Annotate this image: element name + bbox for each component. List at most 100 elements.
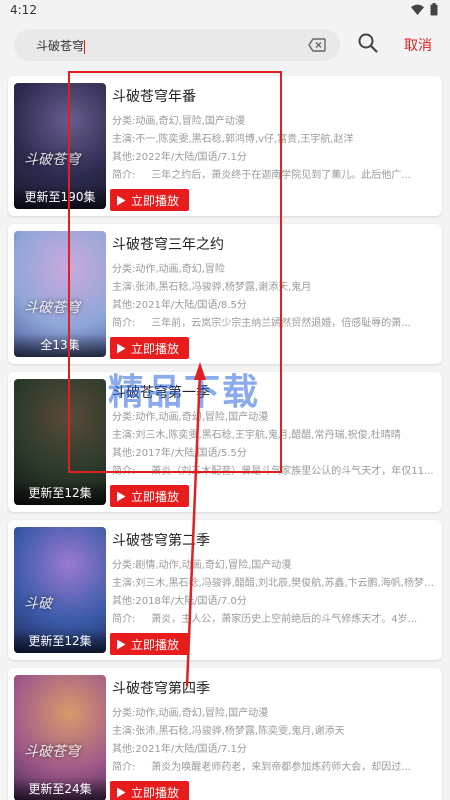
intro-label: 简介: bbox=[112, 170, 136, 181]
cancel-button[interactable]: 取消 bbox=[404, 35, 432, 55]
poster-image[interactable]: 斗破 更新至12集 bbox=[14, 527, 106, 653]
other-value: 2022年/大陆/国语/7.1分 bbox=[135, 152, 247, 163]
cast-line: 主演:刘三木,黑石稔,冯骏骅,醋醋,刘北辰,樊俊航,苏鑫,卞云鹏,海帆,杨梦露.… bbox=[112, 574, 438, 589]
cast-label: 主演: bbox=[112, 282, 136, 293]
cast-value: 张沛,黑石稔,冯骏骅,杨梦露,陈奕雯,鬼月,谢添天 bbox=[135, 726, 345, 737]
card-title[interactable]: 斗破苍穹第四季 bbox=[112, 678, 210, 698]
result-card[interactable]: 斗破苍穹 更新至190集 斗破苍穹年番 分类:动画,奇幻,冒险,国产动漫 主演:… bbox=[8, 76, 442, 216]
category-line: 分类:动作,动画,奇幻,冒险,国产动漫 bbox=[112, 704, 438, 719]
poster-title-art: 斗破苍穹 bbox=[24, 744, 80, 760]
result-card[interactable]: 斗破苍穹 全13集 斗破苍穹三年之约 分类:动作,动画,奇幻,冒险 主演:张沛,… bbox=[8, 224, 442, 364]
play-now-label: 立即播放 bbox=[131, 785, 180, 800]
episode-badge: 更新至12集 bbox=[14, 481, 106, 505]
card-title[interactable]: 斗破苍穹年番 bbox=[112, 86, 196, 106]
poster-title-art: 斗破 bbox=[24, 596, 52, 612]
intro-value: 萧炎为唤醒老师药老，来到帝都参加炼药师大会，却因过... bbox=[151, 762, 411, 773]
play-now-button[interactable]: 立即播放 bbox=[110, 781, 190, 800]
intro-line: 简介: 三年之约后，萧炎终于在迦南学院见到了薰儿。此后他广... bbox=[112, 166, 438, 181]
other-value: 2021年/大陆/国语/8.5分 bbox=[135, 300, 247, 311]
card-title[interactable]: 斗破苍穹第二季 bbox=[112, 530, 210, 550]
intro-line: 简介: 萧炎为唤醒老师药老，来到帝都参加炼药师大会，却因过... bbox=[112, 758, 438, 773]
poster-image[interactable]: 斗破苍穹 更新至190集 bbox=[14, 83, 106, 209]
intro-value: 萧炎，主人公，萧家历史上空前绝后的斗气修炼天才。4岁... bbox=[151, 614, 418, 625]
status-time: 4:12 bbox=[10, 3, 37, 17]
category-value: 剧情,动作,动画,奇幻,冒险,国产动漫 bbox=[135, 560, 292, 571]
search-input-value: 斗破苍穹 bbox=[36, 39, 85, 53]
cast-label: 主演: bbox=[112, 578, 136, 589]
play-now-button[interactable]: 立即播放 bbox=[110, 485, 190, 507]
other-label: 其他: bbox=[112, 596, 136, 607]
other-line: 其他:2022年/大陆/国语/7.1分 bbox=[112, 148, 438, 163]
category-line: 分类:动作,动画,奇幻,冒险,国产动漫 bbox=[112, 408, 438, 423]
category-label: 分类: bbox=[112, 264, 136, 275]
poster-image[interactable]: 斗破苍穹 更新至24集 bbox=[14, 675, 106, 800]
intro-label: 简介: bbox=[112, 466, 136, 477]
other-label: 其他: bbox=[112, 744, 136, 755]
intro-value: 三年之约后，萧炎终于在迦南学院见到了薰儿。此后他广... bbox=[151, 170, 411, 181]
play-now-button[interactable]: 立即播放 bbox=[110, 337, 190, 359]
play-now-label: 立即播放 bbox=[131, 193, 180, 208]
play-now-label: 立即播放 bbox=[131, 341, 180, 356]
search-bar: 斗破苍穹 取消 bbox=[0, 22, 450, 70]
category-value: 动作,动画,奇幻,冒险 bbox=[135, 264, 225, 275]
play-icon bbox=[117, 787, 126, 797]
poster-image[interactable]: 斗破苍穹 全13集 bbox=[14, 231, 106, 357]
other-line: 其他:2018年/大陆/国语/7.0分 bbox=[112, 592, 438, 607]
intro-line: 简介: 萧炎（刘三木配音）曾是斗气家族里公认的斗气天才，年仅11... bbox=[112, 462, 438, 477]
clear-text-icon[interactable] bbox=[308, 38, 326, 52]
category-label: 分类: bbox=[112, 116, 136, 127]
intro-value: 三年前，云岚宗少宗主纳兰嫣然贸然退婚，倍感耻辱的萧... bbox=[151, 318, 411, 329]
category-line: 分类:剧情,动作,动画,奇幻,冒险,国产动漫 bbox=[112, 556, 438, 571]
other-label: 其他: bbox=[112, 152, 136, 163]
poster-title-art: 斗破苍穹 bbox=[24, 300, 80, 316]
category-label: 分类: bbox=[112, 412, 136, 423]
play-now-button[interactable]: 立即播放 bbox=[110, 633, 190, 655]
other-value: 2018年/大陆/国语/7.0分 bbox=[135, 596, 247, 607]
result-card[interactable]: 斗破 更新至12集 斗破苍穹第二季 分类:剧情,动作,动画,奇幻,冒险,国产动漫… bbox=[8, 520, 442, 660]
search-input[interactable]: 斗破苍穹 bbox=[36, 37, 86, 54]
category-value: 动画,奇幻,冒险,国产动漫 bbox=[135, 116, 245, 127]
search-icon[interactable] bbox=[358, 33, 378, 53]
play-now-button[interactable]: 立即播放 bbox=[110, 189, 190, 211]
search-box[interactable]: 斗破苍穹 bbox=[14, 29, 340, 61]
other-value: 2021年/大陆/国语/7.1分 bbox=[135, 744, 247, 755]
other-value: 2017年/大陆/国语/5.5分 bbox=[135, 448, 247, 459]
other-label: 其他: bbox=[112, 300, 136, 311]
other-label: 其他: bbox=[112, 448, 136, 459]
text-caret bbox=[84, 39, 86, 54]
cast-value: 刘三木,陈奕雯,黑石稔,王宇航,鬼月,醋醋,常丹瑞,祝俊,杜晴晴 bbox=[135, 430, 401, 441]
intro-line: 简介: 萧炎，主人公，萧家历史上空前绝后的斗气修炼天才。4岁... bbox=[112, 610, 438, 625]
poster-title-art: 斗破苍穹 bbox=[24, 152, 80, 168]
other-line: 其他:2021年/大陆/国语/8.5分 bbox=[112, 296, 438, 311]
play-icon bbox=[117, 639, 126, 649]
play-icon bbox=[117, 491, 126, 501]
search-results-list: 斗破苍穹 更新至190集 斗破苍穹年番 分类:动画,奇幻,冒险,国产动漫 主演:… bbox=[0, 70, 450, 800]
play-now-label: 立即播放 bbox=[131, 489, 180, 504]
category-label: 分类: bbox=[112, 708, 136, 719]
intro-label: 简介: bbox=[112, 318, 136, 329]
play-icon bbox=[117, 343, 126, 353]
result-card[interactable]: 斗破苍穹 更新至24集 斗破苍穹第四季 分类:动作,动画,奇幻,冒险,国产动漫 … bbox=[8, 668, 442, 800]
intro-label: 简介: bbox=[112, 762, 136, 773]
episode-badge: 全13集 bbox=[14, 333, 106, 357]
card-title[interactable]: 斗破苍穹第一季 bbox=[112, 382, 210, 402]
category-label: 分类: bbox=[112, 560, 136, 571]
wifi-icon bbox=[411, 4, 424, 15]
battery-icon bbox=[430, 3, 438, 16]
cast-label: 主演: bbox=[112, 430, 136, 441]
cast-label: 主演: bbox=[112, 134, 136, 145]
result-card[interactable]: 更新至12集 斗破苍穹第一季 分类:动作,动画,奇幻,冒险,国产动漫 主演:刘三… bbox=[8, 372, 442, 512]
category-line: 分类:动画,奇幻,冒险,国产动漫 bbox=[112, 112, 438, 127]
card-title[interactable]: 斗破苍穹三年之约 bbox=[112, 234, 224, 254]
category-value: 动作,动画,奇幻,冒险,国产动漫 bbox=[135, 412, 269, 423]
cast-value: 张沛,黑石稔,冯骏骅,杨梦露,谢添天,鬼月 bbox=[135, 282, 312, 293]
episode-badge: 更新至190集 bbox=[14, 185, 106, 209]
cast-line: 主演:不一,陈奕雯,黑石稔,郭鸿博,v仔,富贵,王宇航,赵洋 bbox=[112, 130, 438, 145]
episode-badge: 更新至12集 bbox=[14, 629, 106, 653]
play-now-label: 立即播放 bbox=[131, 637, 180, 652]
poster-image[interactable]: 更新至12集 bbox=[14, 379, 106, 505]
cast-value: 不一,陈奕雯,黑石稔,郭鸿博,v仔,富贵,王宇航,赵洋 bbox=[135, 134, 354, 145]
intro-line: 简介: 三年前，云岚宗少宗主纳兰嫣然贸然退婚，倍感耻辱的萧... bbox=[112, 314, 438, 329]
other-line: 其他:2017年/大陆/国语/5.5分 bbox=[112, 444, 438, 459]
cast-line: 主演:张沛,黑石稔,冯骏骅,杨梦露,陈奕雯,鬼月,谢添天 bbox=[112, 722, 438, 737]
